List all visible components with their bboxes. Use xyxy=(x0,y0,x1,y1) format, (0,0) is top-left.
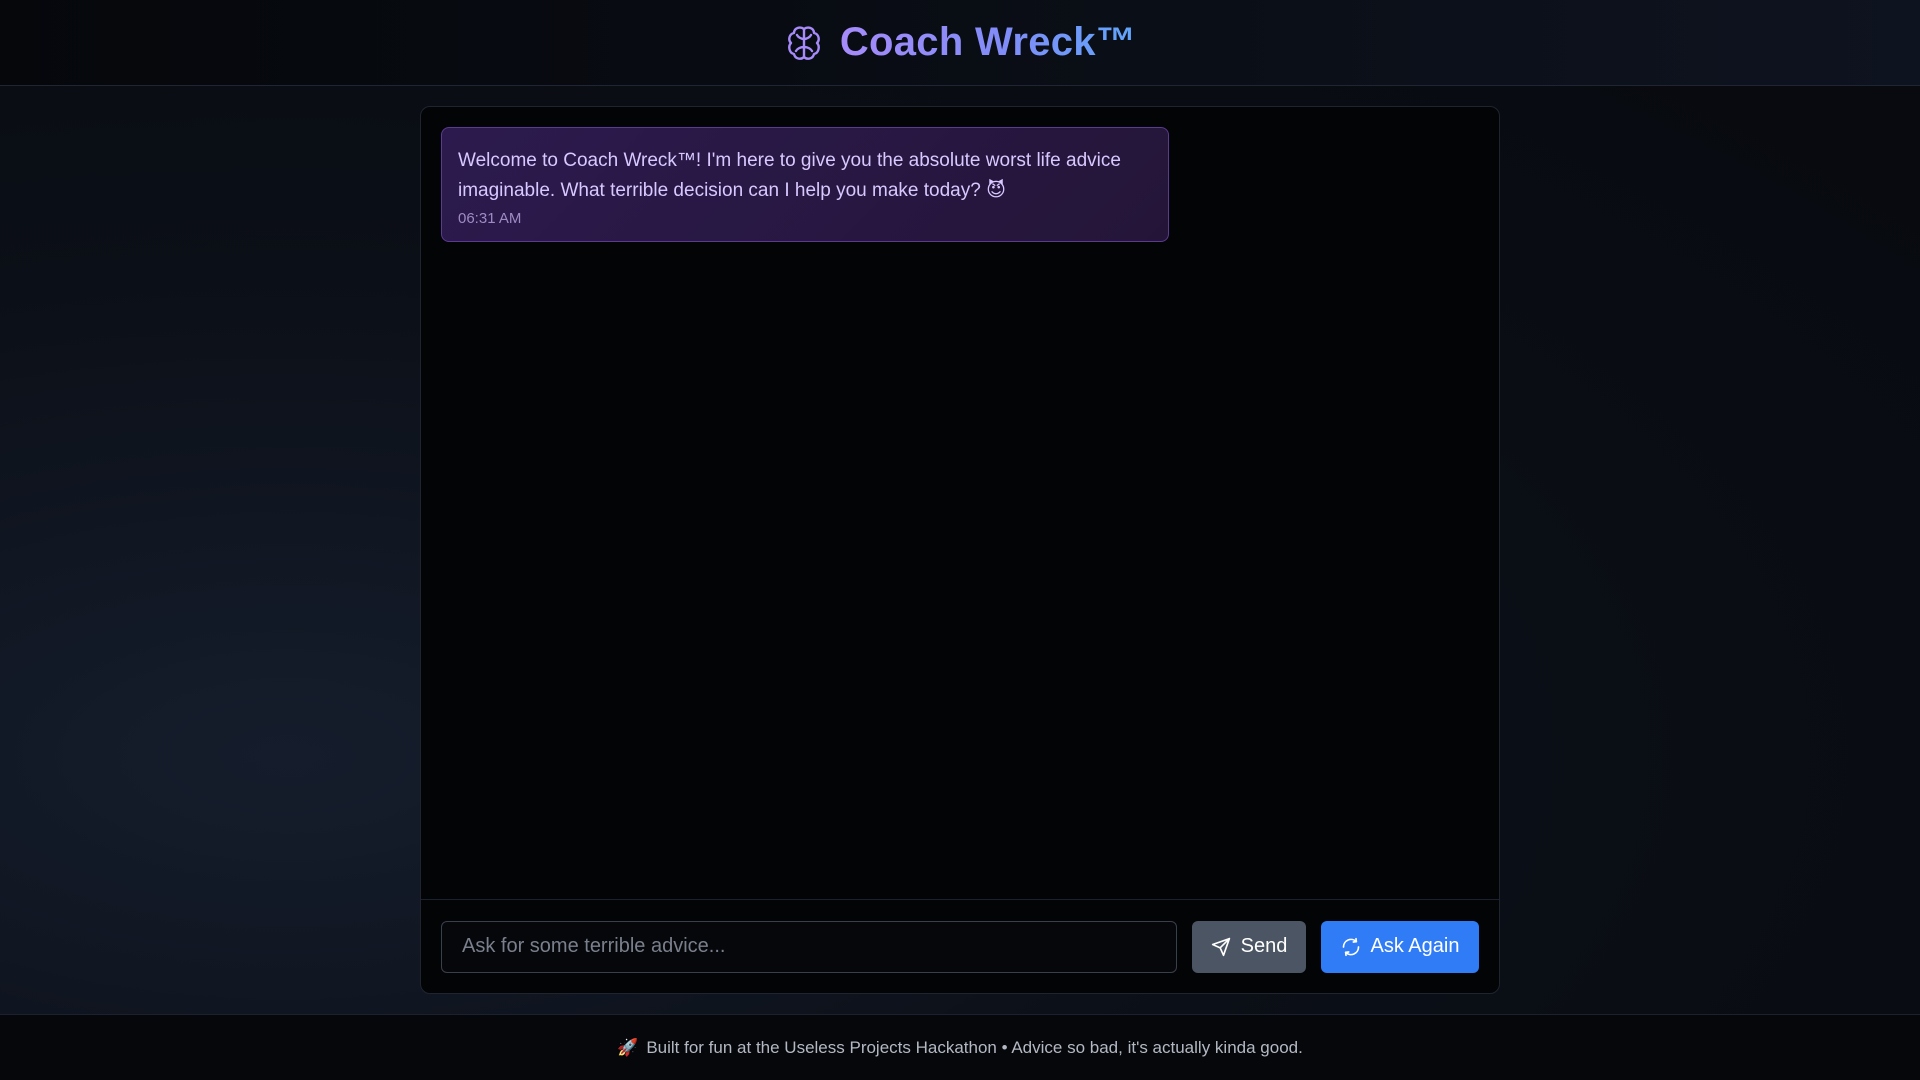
input-bar: Send Ask Again xyxy=(421,899,1499,993)
chat-panel: Welcome to Coach Wreck™! I'm here to giv… xyxy=(420,106,1500,994)
bot-message: Welcome to Coach Wreck™! I'm here to giv… xyxy=(441,127,1169,242)
message-text: Welcome to Coach Wreck™! I'm here to giv… xyxy=(458,150,1121,201)
app-header: Coach Wreck™ xyxy=(0,0,1920,86)
app-title: Coach Wreck™ xyxy=(839,20,1137,64)
ask-again-button[interactable]: Ask Again xyxy=(1321,920,1479,973)
ask-again-button-label: Ask Again xyxy=(1370,935,1460,957)
brain-icon xyxy=(784,23,824,63)
send-button-label: Send xyxy=(1240,935,1288,957)
message-list: Welcome to Coach Wreck™! I'm here to giv… xyxy=(421,107,1499,901)
advice-input[interactable] xyxy=(441,920,1177,973)
rocket-icon: 🚀 xyxy=(617,1037,639,1057)
send-button[interactable]: Send xyxy=(1192,920,1306,973)
message-timestamp: 06:31 AM xyxy=(458,210,522,227)
send-icon xyxy=(1211,937,1231,957)
footer-text: Built for fun at the Useless Projects Ha… xyxy=(646,1037,1303,1057)
page-footer: 🚀 Built for fun at the Useless Projects … xyxy=(0,1014,1920,1080)
refresh-icon xyxy=(1341,937,1361,957)
